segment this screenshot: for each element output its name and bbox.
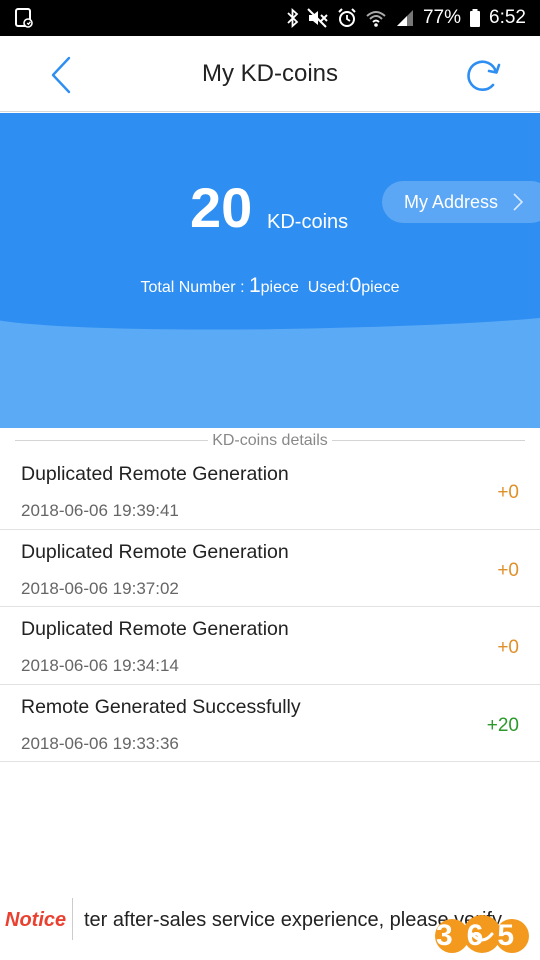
transaction-time: 2018-06-06 19:39:41 (21, 501, 179, 520)
transaction-name: Duplicated Remote Generation (21, 463, 289, 485)
refresh-icon (467, 60, 501, 92)
coin-summary: 20 KD-coins My Address Total Number : 1p… (0, 113, 540, 428)
transaction-amount: +20 (486, 714, 519, 736)
notice-separator (72, 898, 73, 940)
details-title-text: KD-coins details (208, 432, 332, 449)
refresh-button[interactable] (460, 52, 506, 98)
details-title: KD-coins details (0, 430, 540, 452)
alarm-icon (338, 8, 356, 27)
clock: 6:52 (489, 7, 526, 28)
status-bar: 77% 6:52 (0, 0, 540, 36)
transaction-name: Duplicated Remote Generation (21, 618, 289, 640)
used-label: Used: (298, 279, 350, 296)
transaction-list: Duplicated Remote Generation 2018-06-06 … (0, 452, 540, 762)
transaction-name: Remote Generated Successfully (21, 695, 301, 718)
transaction-amount: +0 (497, 482, 519, 503)
transaction-amount: +0 (497, 637, 519, 658)
table-row[interactable]: Remote Generated Successfully 2018-06-06… (0, 685, 540, 762)
app-header: My KD-coins (0, 36, 540, 112)
mute-icon (307, 8, 328, 28)
page-title: My KD-coins (201, 60, 339, 87)
logo-text: 365 (436, 919, 528, 952)
transaction-time: 2018-06-06 19:33:36 (21, 733, 179, 753)
total-value: 1 (248, 274, 261, 297)
coin-balance: 20 (190, 176, 253, 239)
used-value: 0 (349, 274, 362, 297)
table-row[interactable]: Duplicated Remote Generation 2018-06-06 … (0, 530, 540, 607)
coin-unit: KD-coins (267, 211, 349, 233)
notice-label: Notice (5, 909, 67, 931)
battery-icon (470, 9, 481, 27)
status-icons: 77% 6:52 (287, 0, 526, 36)
transaction-name: Duplicated Remote Generation (21, 540, 289, 563)
table-row[interactable]: Duplicated Remote Generation 2018-06-06 … (0, 607, 540, 685)
my-address-button[interactable]: My Address (382, 181, 540, 223)
bluetooth-icon (287, 8, 299, 28)
transaction-time: 2018-06-06 19:34:14 (21, 656, 179, 675)
transaction-amount: +0 (497, 559, 519, 581)
signal-icon (396, 10, 413, 26)
battery-percent: 77% (422, 7, 462, 28)
screenshot-icon (15, 8, 33, 28)
my-address-label: My Address (404, 192, 499, 212)
total-label: Total Number : (140, 279, 249, 296)
transaction-time: 2018-06-06 19:37:02 (21, 578, 179, 598)
wifi-icon (366, 11, 386, 27)
chevron-right-icon (513, 193, 524, 211)
used-piece-label: piece (361, 279, 400, 296)
watermark-logo: 365 (435, 915, 529, 953)
coin-totals: Total Number : 1piece Used:0piece (0, 271, 540, 303)
total-piece-label: piece (260, 279, 299, 296)
table-row[interactable]: Duplicated Remote Generation 2018-06-06 … (0, 452, 540, 530)
